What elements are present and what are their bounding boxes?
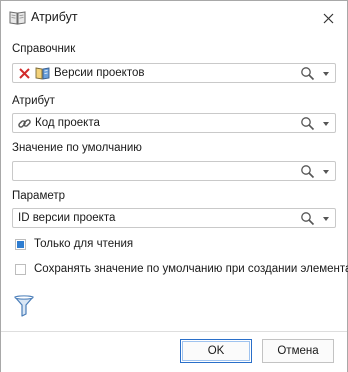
close-icon (323, 13, 333, 23)
search-icon[interactable] (300, 211, 315, 226)
chevron-down-icon[interactable] (323, 122, 329, 126)
parameter-label: Параметр (12, 190, 66, 202)
ok-button[interactable]: OK (180, 339, 252, 363)
save-default-checkbox[interactable]: Сохранять значение по умолчанию при созд… (15, 262, 348, 276)
link-icon (18, 119, 31, 128)
red-x-icon[interactable] (17, 66, 32, 81)
search-icon[interactable] (300, 66, 315, 81)
attribute-label: Атрибут (12, 95, 55, 107)
read-only-checkbox-box[interactable] (15, 238, 26, 250)
attribute-value: Код проекта (35, 117, 100, 129)
default-value-label: Значение по умолчанию (12, 142, 142, 154)
dictionary-value: Версии проектов (54, 67, 145, 79)
title-bar: Атрибут (1, 1, 347, 35)
default-value-field[interactable] (12, 161, 336, 181)
read-only-checkbox[interactable]: Только для чтения (15, 237, 133, 251)
parameter-value: ID версии проекта (18, 212, 116, 224)
search-icon[interactable] (300, 116, 315, 131)
save-default-label: Сохранять значение по умолчанию при созд… (34, 263, 348, 275)
attribute-dialog: Атрибут Справочник Версии проектов Атриб… (0, 0, 348, 372)
dictionary-label: Справочник (12, 43, 76, 55)
funnel-icon[interactable] (13, 294, 35, 318)
save-default-checkbox-box[interactable] (15, 263, 26, 275)
dictionary-field[interactable]: Версии проектов (12, 63, 336, 83)
chevron-down-icon[interactable] (323, 72, 329, 76)
book-icon (9, 11, 26, 25)
parameter-field[interactable]: ID версии проекта (12, 208, 336, 228)
book-icon (35, 67, 50, 80)
chevron-down-icon[interactable] (323, 170, 329, 174)
dialog-footer: OK Отмена (1, 331, 347, 372)
chevron-down-icon[interactable] (323, 217, 329, 221)
close-button[interactable] (317, 7, 339, 29)
cancel-button[interactable]: Отмена (262, 339, 334, 363)
attribute-field[interactable]: Код проекта (12, 113, 336, 133)
read-only-label: Только для чтения (34, 238, 134, 250)
dialog-title: Атрибут (31, 10, 78, 24)
search-icon[interactable] (300, 164, 315, 179)
